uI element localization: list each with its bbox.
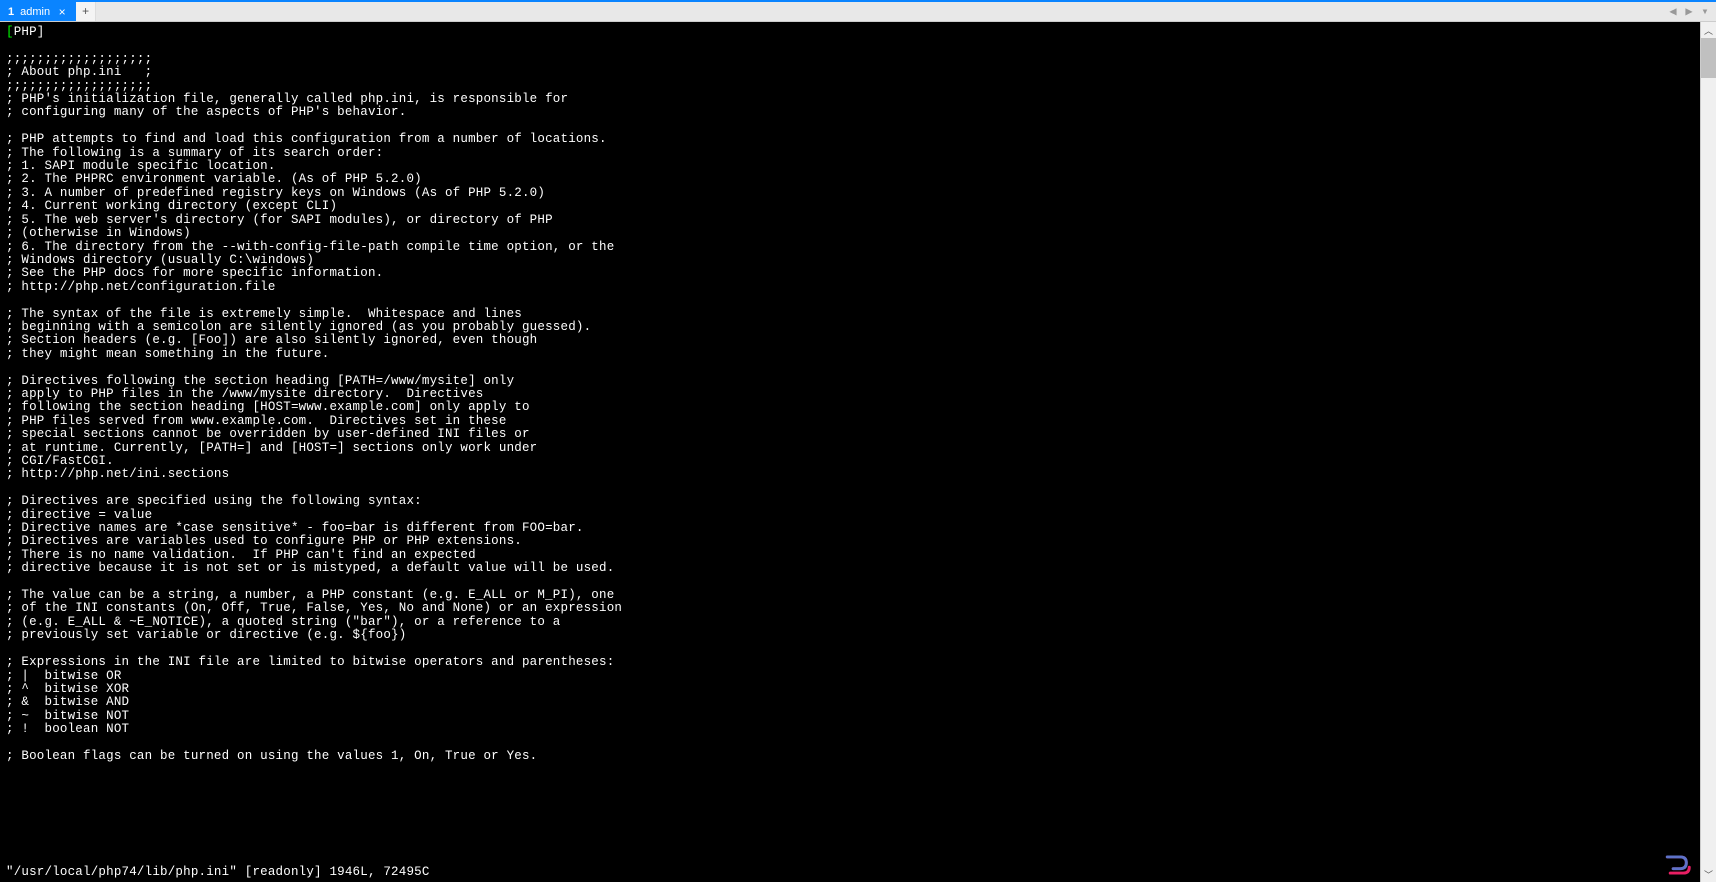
plus-icon: + [82,5,89,19]
ini-section-header: PHP] [14,25,45,39]
scroll-thumb[interactable] [1701,38,1716,78]
close-icon[interactable]: × [56,6,68,18]
file-content: ;;;;;;;;;;;;;;;;;;; ; About php.ini ; ;;… [6,52,622,763]
scroll-down-button[interactable]: ﹀ [1701,866,1716,882]
chevron-up-icon: ︿ [1704,24,1713,37]
tab-active[interactable]: 1 admin × [0,2,76,21]
chevron-down-icon: ﹀ [1704,868,1713,881]
tab-nav-controls: ◀ ▶ ▾ [1666,2,1716,21]
new-tab-button[interactable]: + [76,2,96,21]
nav-right-icon[interactable]: ▶ [1682,5,1696,19]
nav-left-icon[interactable]: ◀ [1666,5,1680,19]
tab-title: admin [20,6,50,18]
nav-dropdown-icon[interactable]: ▾ [1698,5,1712,19]
scroll-up-button[interactable]: ︿ [1701,22,1716,38]
vertical-scrollbar[interactable]: ︿ ﹀ [1700,22,1716,882]
tab-bar: 1 admin × + ◀ ▶ ▾ [0,2,1716,22]
terminal-viewport[interactable]: [PHP] ;;;;;;;;;;;;;;;;;;; ; About php.in… [0,22,1700,882]
vim-status-line: "/usr/local/php74/lib/php.ini" [readonly… [6,866,430,879]
editor-cursor: [ [6,25,14,39]
tab-number: 1 [8,6,14,18]
